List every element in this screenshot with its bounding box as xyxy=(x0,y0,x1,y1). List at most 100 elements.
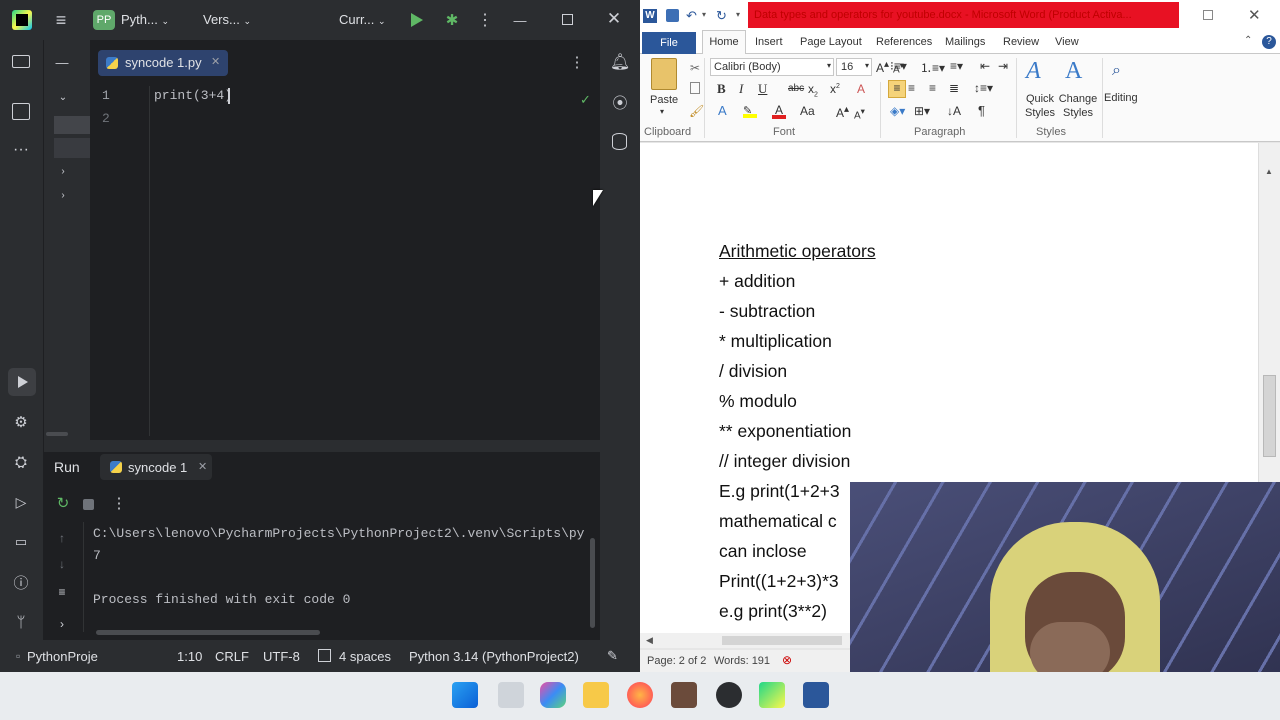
tab-close-icon[interactable]: ✕ xyxy=(198,460,207,473)
word-taskbar-icon[interactable] xyxy=(803,682,829,708)
increase-indent-icon[interactable]: ⇥ xyxy=(998,59,1008,73)
project-selector[interactable]: Pyth... ⌄ xyxy=(121,12,169,27)
maximize-icon[interactable] xyxy=(562,14,573,25)
calendar-icon[interactable] xyxy=(671,682,697,708)
underline-icon[interactable]: U xyxy=(758,81,767,97)
git-icon[interactable]: ᛘ xyxy=(11,612,31,632)
vcs-selector[interactable]: Vers... ⌄ xyxy=(203,12,251,27)
copilot-icon[interactable] xyxy=(540,682,566,708)
tree-row-selected[interactable] xyxy=(54,116,90,134)
clear-format-icon[interactable]: A xyxy=(857,82,865,96)
status-interpreter[interactable]: Python 3.14 (PythonProject2) xyxy=(409,649,579,664)
doc-hscrollbar[interactable]: ◀ xyxy=(640,633,850,648)
terminal-icon[interactable]: ▭ xyxy=(11,532,31,552)
editing-label[interactable]: Editing xyxy=(1104,92,1138,104)
soft-wrap-icon[interactable]: ≡ xyxy=(54,584,70,600)
close-icon[interactable]: ✕ xyxy=(604,9,624,29)
change-case-icon[interactable]: Aa xyxy=(800,104,815,118)
code-line[interactable]: print(3+4) xyxy=(154,88,232,103)
chevron-right-icon[interactable]: › xyxy=(56,188,70,202)
numbering-icon[interactable]: ⒈≡▾ xyxy=(920,59,945,76)
qat-dropdown-icon[interactable]: ▾ xyxy=(736,10,740,19)
tab-home[interactable]: Home xyxy=(702,30,746,54)
stop-icon[interactable] xyxy=(83,499,94,510)
paste-dropdown-icon[interactable]: ▾ xyxy=(660,107,664,116)
save-icon[interactable] xyxy=(666,9,679,22)
superscript-icon[interactable]: x2 xyxy=(830,82,840,96)
ai-assistant-icon[interactable]: ⦿ xyxy=(609,92,631,112)
scroll-left-icon[interactable]: ◀ xyxy=(646,635,653,646)
pycharm-taskbar-icon[interactable] xyxy=(759,682,785,708)
more-tools-icon[interactable]: ··· xyxy=(10,140,32,160)
grow-icon[interactable]: A▴ xyxy=(836,104,849,120)
status-project[interactable]: PythonProje xyxy=(27,649,98,664)
bold-icon[interactable]: B xyxy=(717,81,726,97)
more-actions-icon[interactable]: ⋮ xyxy=(476,10,494,30)
text-effects-icon[interactable]: A xyxy=(718,103,727,118)
paste-icon[interactable] xyxy=(651,58,677,90)
highlight-icon[interactable]: ✎ xyxy=(743,104,757,118)
run-more-icon[interactable]: ⋮ xyxy=(112,494,127,512)
pilcrow-icon[interactable]: ¶ xyxy=(978,103,985,118)
bullets-icon[interactable]: ⁝≡▾ xyxy=(890,59,907,73)
paste-label[interactable]: Paste xyxy=(650,94,678,106)
format-painter-icon[interactable]: 🖌︎ xyxy=(689,104,704,118)
help-icon[interactable]: ? xyxy=(1262,35,1276,49)
undo-dropdown-icon[interactable]: ▾ xyxy=(702,10,706,19)
tab-page-layout[interactable]: Page Layout xyxy=(800,36,862,48)
console-vscrollbar[interactable] xyxy=(590,538,595,628)
redo-icon[interactable]: ↻ xyxy=(716,8,727,24)
arrow-down-icon[interactable]: ↓ xyxy=(54,556,70,572)
align-left-icon[interactable]: ≡ xyxy=(888,80,906,98)
tab-syncode-1-py[interactable]: syncode 1.py ✕ xyxy=(98,50,228,76)
find-icon[interactable]: ⌕ xyxy=(1112,62,1121,80)
status-page[interactable]: Page: 2 of 2 xyxy=(647,655,706,667)
borders-icon[interactable]: ⊞▾ xyxy=(914,104,930,118)
panel-scrollbar[interactable] xyxy=(46,432,68,436)
tree-row-highlight[interactable] xyxy=(54,138,90,158)
task-view-icon[interactable] xyxy=(498,682,524,708)
chrome-icon[interactable] xyxy=(716,682,742,708)
copy-icon[interactable] xyxy=(690,82,700,94)
lock-icon[interactable]: ✎ xyxy=(607,648,618,664)
minimize-icon[interactable]: — xyxy=(510,10,530,30)
tab-close-icon[interactable]: ✕ xyxy=(211,55,220,68)
console-hscrollbar[interactable] xyxy=(96,630,320,635)
quick-styles-icon[interactable]: A xyxy=(1026,58,1041,85)
code-editor[interactable]: syncode 1.py ✕ ⋮ 1 2 print(3+4) ✓ xyxy=(90,40,600,440)
chevron-right-icon[interactable]: › xyxy=(54,616,70,632)
proofing-icon[interactable]: ⊗ xyxy=(782,653,792,667)
line-spacing-icon[interactable]: ↕≡▾ xyxy=(974,81,993,95)
cut-icon[interactable]: ✂ xyxy=(690,61,700,75)
scroll-thumb[interactable] xyxy=(1263,375,1276,457)
scroll-up-icon[interactable]: ▲ xyxy=(1265,167,1273,176)
align-center-icon[interactable]: ≡ xyxy=(908,81,915,95)
status-indent[interactable]: 4 spaces xyxy=(339,649,391,664)
multilevel-icon[interactable]: ≡▾ xyxy=(950,59,963,73)
problems-icon[interactable]: ⓘ xyxy=(11,572,31,592)
font-name-select[interactable]: Calibri (Body) ▾ xyxy=(710,58,834,76)
font-size-select[interactable]: 16 ▾ xyxy=(836,58,872,76)
shrink-icon[interactable]: A▾ xyxy=(854,106,865,121)
subscript-icon[interactable]: x2 xyxy=(808,82,818,98)
firefox-icon[interactable] xyxy=(627,682,653,708)
arrow-up-icon[interactable]: ↑ xyxy=(54,530,70,546)
project-folder-icon[interactable] xyxy=(12,55,30,68)
collapse-panel-icon[interactable]: — xyxy=(54,54,70,70)
collapse-ribbon-icon[interactable]: ⌃ xyxy=(1244,35,1252,46)
tab-file[interactable]: File xyxy=(642,32,696,54)
chevron-right-icon[interactable]: › xyxy=(56,164,70,178)
run-tool-icon[interactable] xyxy=(8,368,36,396)
chevron-down-icon[interactable]: ⌄ xyxy=(56,90,70,104)
tab-view[interactable]: View xyxy=(1055,36,1079,48)
grow-font-icon[interactable]: A▴ xyxy=(876,59,889,75)
structure-icon[interactable] xyxy=(12,103,30,120)
rerun-icon[interactable]: ↻ xyxy=(54,494,72,512)
run-config-selector[interactable]: Curr... ⌄ xyxy=(339,12,386,27)
sort-icon[interactable]: ↓A xyxy=(947,104,961,118)
tab-references[interactable]: References xyxy=(876,36,932,48)
justify-icon[interactable]: ≣ xyxy=(949,81,959,95)
notifications-icon[interactable]: 🔔︎ xyxy=(609,52,631,72)
italic-icon[interactable]: I xyxy=(739,81,743,97)
align-right-icon[interactable]: ≡ xyxy=(929,81,936,95)
